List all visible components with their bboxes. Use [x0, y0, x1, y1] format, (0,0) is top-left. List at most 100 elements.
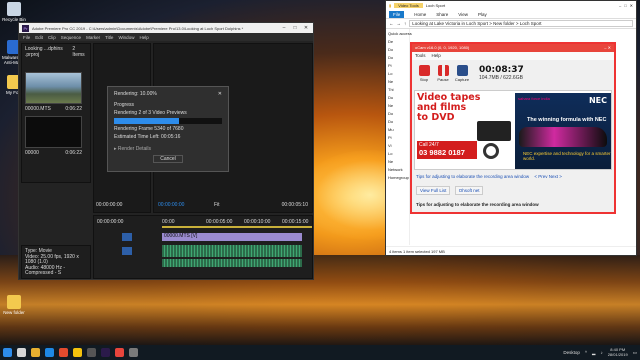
video-tools-tab[interactable]: Video Tools: [394, 3, 423, 8]
menu-edit[interactable]: Edit: [35, 35, 43, 40]
nav-item[interactable]: Do: [388, 55, 407, 60]
capture-button[interactable]: Capture: [454, 64, 470, 82]
ocam-taskbar-icon[interactable]: [115, 348, 124, 357]
track-v1-toggle[interactable]: [122, 233, 132, 241]
nav-item[interactable]: Pi: [388, 135, 407, 140]
sequence-thumbnail[interactable]: [25, 116, 82, 148]
tip-link[interactable]: Tips for adjusting to elaborate the reco…: [416, 174, 529, 179]
up-arrow-icon[interactable]: ↑: [404, 21, 406, 26]
menu-tools[interactable]: Tools: [415, 53, 426, 59]
menu-clip[interactable]: Clip: [48, 35, 56, 40]
menu-window[interactable]: Window: [118, 35, 134, 40]
tab-play[interactable]: Play: [478, 12, 487, 17]
v1-clip[interactable]: 00000.MTS [V]: [162, 233, 302, 241]
nav-item[interactable]: Ne: [388, 79, 407, 84]
new-folder-icon[interactable]: New folder: [2, 295, 26, 315]
work-area-bar[interactable]: [162, 226, 312, 228]
a1-clip[interactable]: [162, 245, 302, 257]
menu-help[interactable]: Help: [432, 53, 441, 59]
tip-row: Tips for adjusting to elaborate the reco…: [416, 174, 562, 179]
tab-file[interactable]: File: [389, 10, 405, 18]
tab-home[interactable]: Home: [414, 12, 426, 17]
view-full-list-button[interactable]: View Full List: [416, 186, 451, 195]
nav-item[interactable]: Mu: [388, 127, 407, 132]
file-explorer-icon[interactable]: [31, 348, 40, 357]
track-a1-toggle[interactable]: [122, 247, 132, 255]
nec-ad[interactable]: sahara force india NEC The winning formu…: [515, 93, 611, 169]
start-icon[interactable]: [3, 348, 12, 357]
nav-item[interactable]: Lo: [388, 71, 407, 76]
maximize-button[interactable]: □: [624, 3, 626, 8]
back-arrow-icon[interactable]: ←: [389, 21, 394, 26]
dvd-ad[interactable]: Video tapes and films to DVD Call 24/7 0…: [417, 93, 513, 169]
tab-share[interactable]: Share: [436, 12, 448, 17]
render-details-toggle[interactable]: Render Details: [118, 146, 151, 152]
recycle-bin-icon[interactable]: Recycle Bin: [2, 2, 26, 22]
clip-name: 00000.MTS: [25, 106, 51, 112]
menu-sequence[interactable]: Sequence: [61, 35, 81, 40]
nav-item[interactable]: Vi: [388, 143, 407, 148]
app-taskbar-icon[interactable]: [129, 348, 138, 357]
minimize-button[interactable]: –: [619, 3, 621, 8]
film-reel-icon: [483, 143, 499, 159]
cancel-button[interactable]: Cancel: [153, 155, 183, 163]
clip-thumbnail[interactable]: [25, 72, 82, 104]
edge-icon[interactable]: [45, 348, 54, 357]
nav-item[interactable]: Do: [388, 47, 407, 52]
address-bar[interactable]: Looking at Lake Victoria in Loch Sport >…: [409, 20, 633, 27]
search-icon[interactable]: [17, 348, 26, 357]
tip-navigation[interactable]: < Prev Next >: [534, 174, 562, 179]
chrome-icon[interactable]: [73, 348, 82, 357]
notifications-icon[interactable]: ▭: [633, 350, 637, 356]
chevron-up-icon[interactable]: ^: [585, 350, 587, 355]
minimize-button[interactable]: –: [280, 25, 288, 31]
menu-file[interactable]: File: [23, 35, 30, 40]
stop-button[interactable]: Stop: [416, 64, 432, 82]
premiere-taskbar-icon[interactable]: [101, 348, 110, 357]
nav-item[interactable]: Ne: [388, 103, 407, 108]
nav-item[interactable]: Pi: [388, 63, 407, 68]
nav-item[interactable]: Lo: [388, 151, 407, 156]
minimize-button[interactable]: –: [604, 45, 606, 51]
clock[interactable]: 8:40 PM 28/01/2019: [608, 347, 628, 357]
pause-button[interactable]: Pause: [435, 64, 451, 82]
explorer-title: Loch Sport: [425, 3, 446, 8]
ad-call-box: Call 24/7 03 9882 0187: [417, 141, 477, 159]
advertisement-panel[interactable]: Video tapes and films to DVD Call 24/7 0…: [414, 90, 612, 170]
nav-quick-access[interactable]: Quick access: [388, 31, 412, 36]
desktop-toolbar-label[interactable]: Desktop: [563, 350, 580, 355]
a2-clip[interactable]: [162, 259, 302, 267]
nav-item[interactable]: Do: [388, 119, 407, 124]
menu-help[interactable]: Help: [139, 35, 148, 40]
nav-item[interactable]: Thi: [388, 87, 407, 92]
capture-label: Capture: [454, 76, 470, 82]
nec-logo: NEC: [588, 96, 607, 105]
nav-item[interactable]: Ne: [388, 159, 407, 164]
fit-dropdown[interactable]: Fit: [214, 202, 220, 208]
expand-icon[interactable]: ▸: [114, 146, 117, 152]
close-button[interactable]: ✕: [608, 45, 611, 51]
nav-item[interactable]: Du: [388, 95, 407, 100]
dialog-close-icon[interactable]: ✕: [218, 91, 222, 97]
network-icon[interactable]: ▂: [592, 350, 595, 356]
firefox-icon[interactable]: [59, 348, 68, 357]
sequence-name: 00000: [25, 150, 39, 156]
maximize-button[interactable]: □: [291, 25, 299, 31]
volume-icon[interactable]: ♪: [600, 350, 602, 355]
taskbar: Desktop ^ ▂ ♪ 8:40 PM 28/01/2019 ▭: [0, 345, 640, 360]
close-button[interactable]: ✕: [302, 25, 310, 31]
forward-arrow-icon[interactable]: →: [397, 21, 402, 26]
nav-item[interactable]: De: [388, 39, 407, 44]
nav-homegroup[interactable]: Homegroup: [388, 175, 409, 180]
menu-title[interactable]: Title: [105, 35, 113, 40]
website-button[interactable]: Ohsoft net: [454, 186, 484, 195]
menu-marker[interactable]: Marker: [86, 35, 100, 40]
project-tab[interactable]: Looking ...dphins .prproj: [25, 46, 72, 58]
system-tray: Desktop ^ ▂ ♪ 8:40 PM 28/01/2019 ▭: [563, 347, 637, 357]
nav-network[interactable]: Network: [388, 167, 407, 172]
tab-view[interactable]: View: [458, 12, 468, 17]
nav-item[interactable]: Do: [388, 111, 407, 116]
tip-footer: Tips for adjusting to elaborate the reco…: [416, 202, 539, 207]
hp-icon[interactable]: [87, 348, 96, 357]
close-button[interactable]: ✕: [630, 3, 633, 8]
